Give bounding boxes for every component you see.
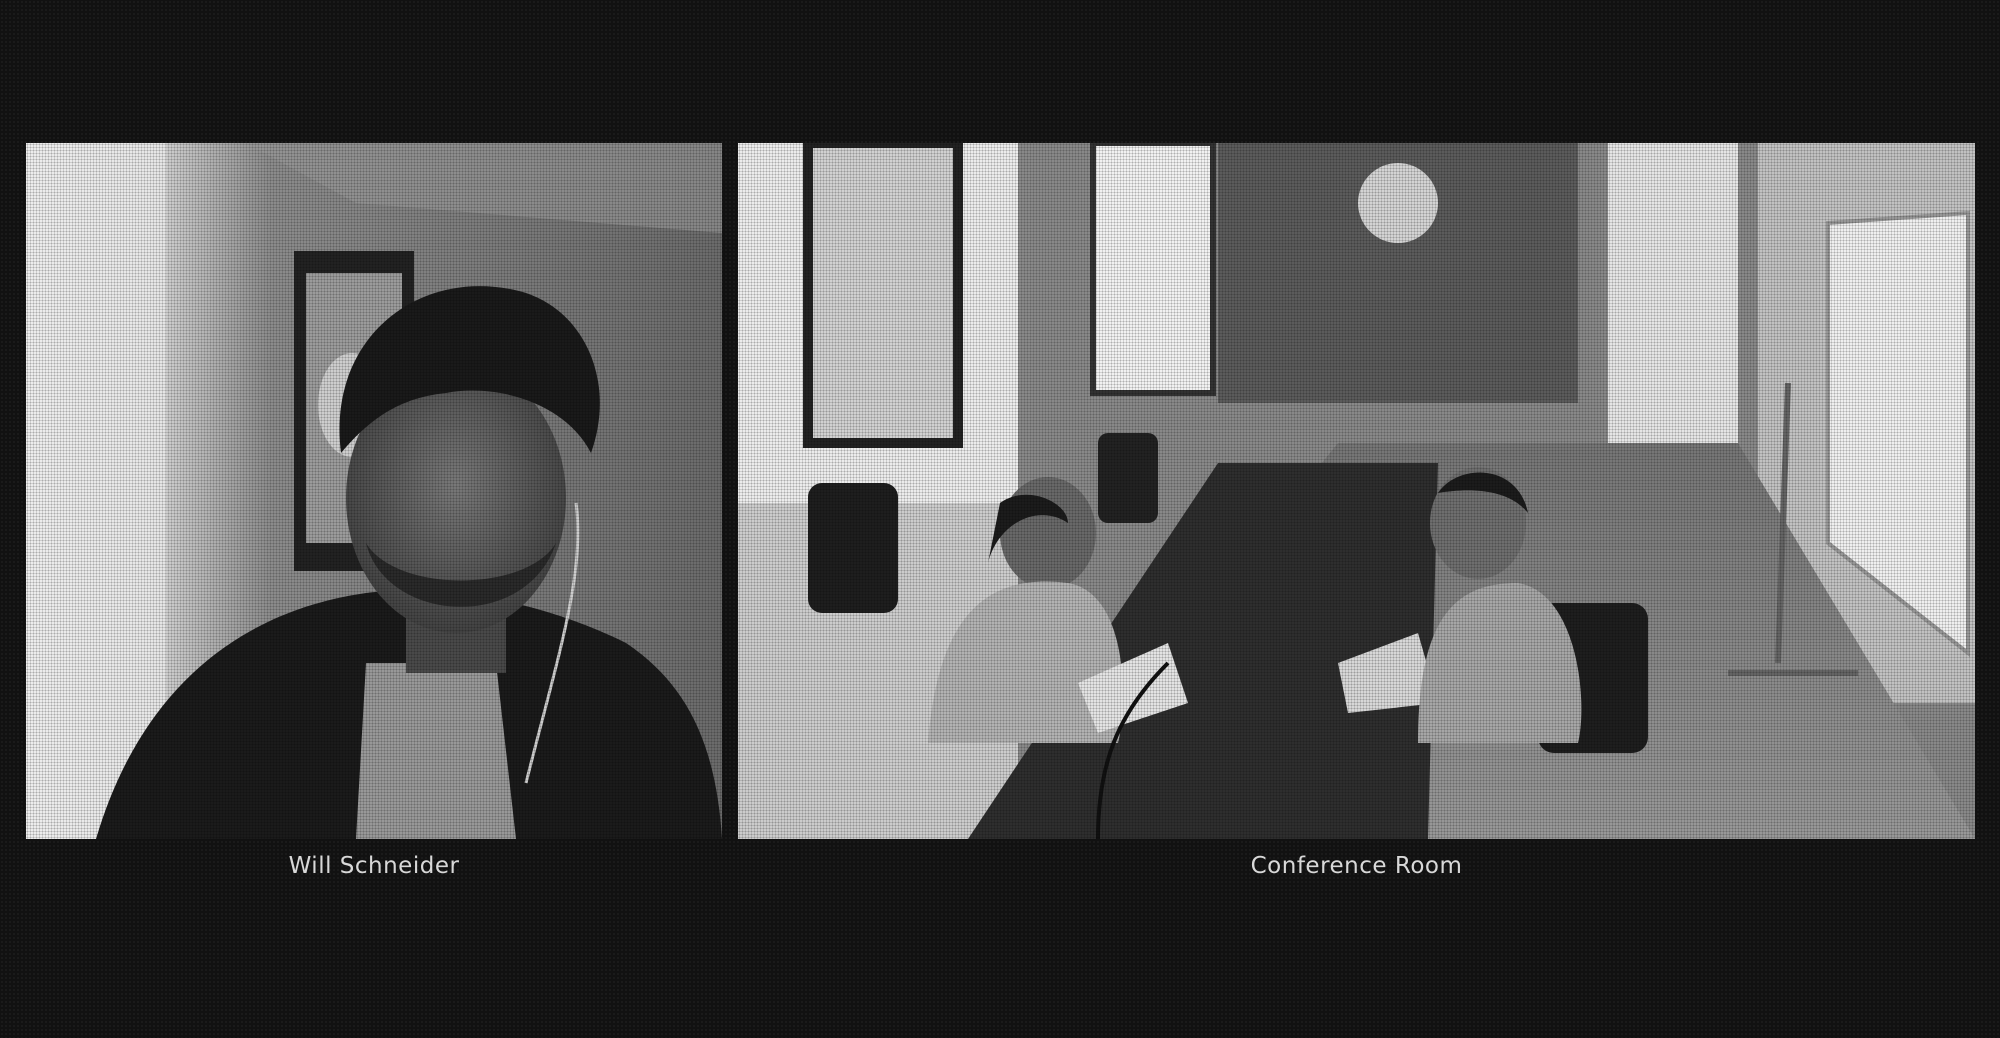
participant-name-label: Conference Room bbox=[1250, 853, 1463, 879]
participant-video-tile[interactable] bbox=[26, 143, 722, 839]
participant-video-tile[interactable] bbox=[738, 143, 1975, 839]
participant-video-feed bbox=[26, 143, 722, 839]
participant-name-label: Will Schneider bbox=[288, 853, 460, 879]
video-call-gallery: Will Schneider Conference Room bbox=[0, 0, 2000, 1038]
participant-video-feed bbox=[738, 143, 1975, 839]
